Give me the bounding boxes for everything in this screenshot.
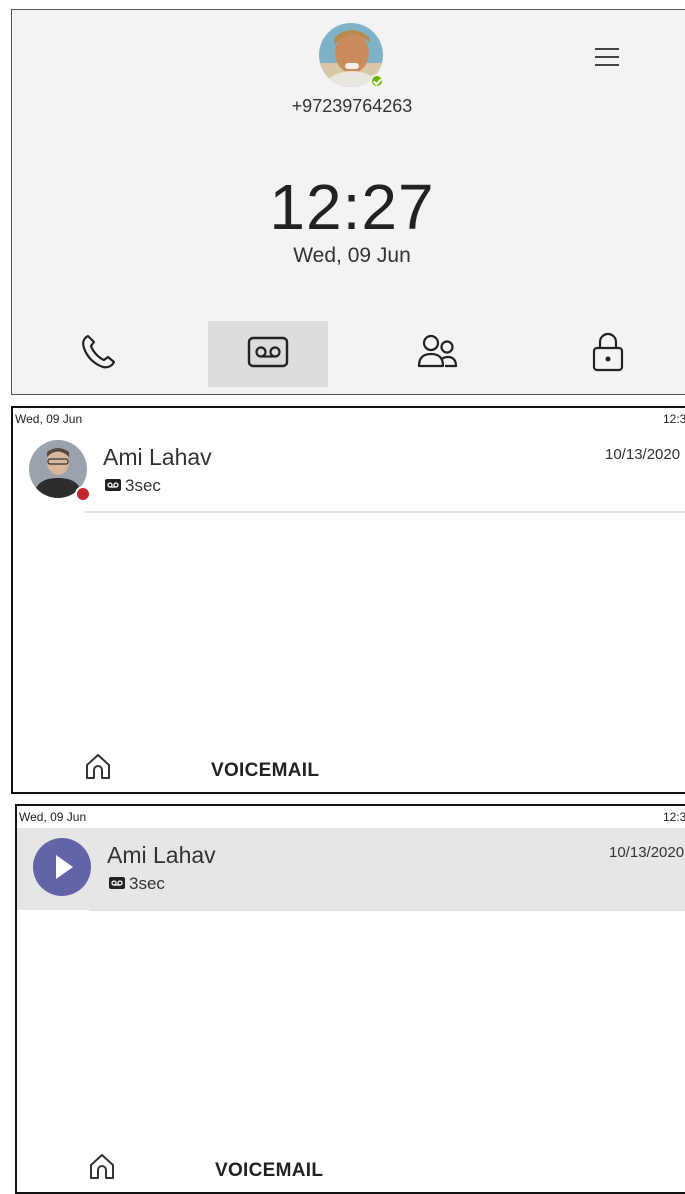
- clock-date: Wed, 09 Jun: [293, 244, 411, 267]
- status-date: Wed, 09 Jun: [19, 810, 87, 824]
- presence-busy-icon: [75, 486, 91, 502]
- home-icon[interactable]: [83, 751, 113, 786]
- phone-number: +97239764263: [291, 96, 413, 116]
- clock-time: 12:27: [269, 171, 435, 243]
- contact-name: Ami Lahav: [103, 444, 212, 470]
- phone-icon: [78, 332, 118, 377]
- play-button[interactable]: [33, 838, 91, 896]
- section-title: VOICEMAIL: [215, 1160, 324, 1181]
- status-time: 12:33: [662, 810, 685, 824]
- nav-people[interactable]: [378, 321, 498, 387]
- divider: [89, 909, 685, 911]
- voicemail-screen: Wed, 09 Jun 12:30 Ami Lahav 3sec 10/13/2…: [11, 406, 685, 794]
- divider: [85, 511, 685, 513]
- nav-voicemail[interactable]: [208, 321, 328, 387]
- voicemail-screen-selected: Wed, 09 Jun 12:33 Ami Lahav 3sec 10/13/2…: [15, 804, 685, 1194]
- nav-calls[interactable]: [38, 321, 158, 387]
- voicemail-duration: 3sec: [129, 874, 165, 893]
- voicemail-small-icon: [109, 876, 125, 894]
- status-time: 12:30: [662, 412, 685, 426]
- lock-icon: [588, 330, 628, 379]
- home-screen: +97239764263 12:27 Wed, 09 Jun: [11, 9, 685, 395]
- home-icon[interactable]: [87, 1151, 117, 1186]
- voicemail-icon: [246, 334, 290, 375]
- voicemail-date: 10/13/2020: [605, 446, 681, 463]
- section-title: VOICEMAIL: [211, 760, 320, 781]
- hamburger-menu-icon[interactable]: [592, 45, 622, 69]
- nav-lock[interactable]: [548, 321, 668, 387]
- voicemail-small-icon: [105, 478, 121, 496]
- voicemail-item[interactable]: Ami Lahav 3sec 10/13/2020: [13, 430, 685, 512]
- status-date: Wed, 09 Jun: [15, 412, 83, 426]
- voicemail-duration: 3sec: [125, 476, 161, 495]
- voicemail-item-selected[interactable]: Ami Lahav 3sec 10/13/2020: [17, 828, 685, 910]
- voicemail-date: 10/13/2020: [609, 844, 685, 861]
- people-icon: [416, 332, 460, 377]
- presence-available-icon: [370, 74, 384, 88]
- contact-name: Ami Lahav: [107, 842, 216, 868]
